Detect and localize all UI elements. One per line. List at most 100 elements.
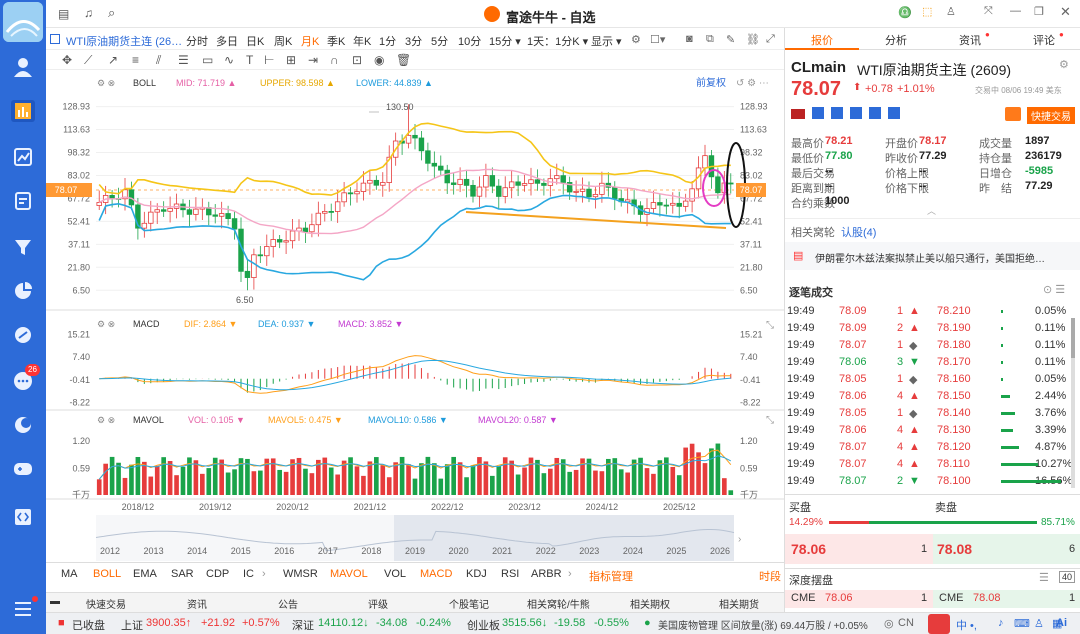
eye-icon[interactable]: ◉ [374, 53, 384, 67]
related-link[interactable]: 认股(4) [841, 224, 876, 240]
gann-tool-icon[interactable]: ⊞ [286, 53, 296, 67]
shirt-icon[interactable]: ♙ [946, 5, 956, 18]
measure-tool-icon[interactable]: ⊢ [264, 53, 274, 67]
idx-sz-name[interactable]: 深证 [292, 617, 314, 633]
scrolling-ticker[interactable]: 美国废物管理 区间放量(涨) 69.44万股 / +0.05% [658, 617, 868, 632]
boll-label[interactable]: BOLL [133, 78, 156, 88]
moon-icon[interactable] [11, 414, 35, 436]
watchlist-icon[interactable] [11, 100, 35, 122]
ticker-settings-icon[interactable]: ⚙ [1059, 58, 1069, 71]
ime-lang-icon[interactable]: 中 •, [956, 617, 977, 633]
tab-notes[interactable]: 个股笔记 [449, 596, 489, 611]
rect-tool-icon[interactable]: ▭ [202, 53, 213, 67]
tab-analysis[interactable]: 分析 [885, 32, 907, 48]
tab-quote[interactable]: 报价 [811, 32, 833, 48]
intraday-dropdown[interactable]: 1天：1分K ▾ [527, 33, 588, 49]
ind-rsi[interactable]: RSI [501, 568, 519, 580]
filter-icon[interactable] [11, 236, 35, 258]
period-tab[interactable]: 周K [274, 33, 292, 49]
depth-settings-icon[interactable]: ☰ [1039, 571, 1049, 584]
period-tab[interactable]: 3分 [405, 33, 422, 49]
minimize-icon[interactable]: — [1010, 5, 1021, 17]
crosshair-icon[interactable]: ✥ [62, 53, 72, 67]
tab-news[interactable]: 资讯 [187, 596, 207, 611]
wave-tool-icon[interactable]: ∿ [224, 53, 234, 67]
period-tab[interactable]: 5分 [431, 33, 448, 49]
tab-comments[interactable]: 评论 [1033, 32, 1055, 48]
search-icon[interactable]: ⌕ [108, 5, 115, 21]
ai-icon[interactable]: Ai [1056, 617, 1067, 629]
panel-settings-icon[interactable]: ⚙ ⊗ [97, 78, 115, 88]
app-logo[interactable] [3, 2, 43, 42]
alert-icon[interactable] [1005, 107, 1021, 121]
headset-icon[interactable]: ♎ [898, 6, 912, 19]
ind-boll[interactable]: BOLL [93, 568, 121, 580]
globe-icon[interactable]: ◎ [884, 617, 894, 630]
tab-info[interactable]: 资讯 [959, 32, 981, 48]
ind-arbr[interactable]: ARBR [531, 568, 562, 580]
gift-icon[interactable]: ⬚ [922, 5, 932, 18]
menu-icon[interactable] [11, 598, 35, 620]
macd-expand-icon[interactable]: ⤡ [766, 320, 774, 331]
maximize-icon[interactable]: ❐ [1034, 5, 1044, 18]
checkbox-icon[interactable]: ☐▾ [650, 33, 665, 46]
shirt-ime-icon[interactable]: ♙ [1034, 617, 1044, 630]
ind-ema[interactable]: EMA [133, 568, 157, 580]
pin-icon[interactable]: ⤧ [984, 5, 993, 18]
ind-timeframe[interactable]: 时段 [759, 568, 781, 584]
news-banner[interactable]: ▤ 伊朗霍尔木兹法案拟禁止美以船只通行，美国拒绝… [785, 242, 1080, 270]
trades-more-icon[interactable]: ⊙ ☰ [1043, 283, 1065, 296]
idx-cy-name[interactable]: 创业板 [467, 617, 500, 633]
period-dropdown[interactable]: 15分 ▾ [489, 33, 521, 49]
navigator-next-icon[interactable]: › [738, 534, 741, 545]
settings-icon[interactable]: ⚙ [631, 33, 641, 46]
undo-icon[interactable]: ↺ ⚙ ⋯ [736, 78, 769, 89]
ind-next-icon[interactable]: › [262, 568, 266, 580]
trade-scrollbar[interactable] [1071, 318, 1075, 358]
trash-icon[interactable]: 🗑 [396, 53, 411, 67]
channel-tool-icon[interactable]: ⫽ [156, 53, 161, 68]
tab-rating[interactable]: 评级 [368, 596, 388, 611]
sidebar-toggle-icon[interactable] [50, 34, 60, 44]
ind-kdj[interactable]: KDJ [466, 568, 487, 580]
period-tab[interactable]: 分时 [186, 33, 208, 49]
overlay-icon[interactable]: ⧉ [706, 33, 714, 46]
depth-count[interactable]: 40 [1059, 571, 1076, 583]
trade-icon[interactable] [11, 190, 35, 212]
display-dropdown[interactable]: 显示 ▾ [591, 33, 622, 49]
period-tab-active[interactable]: 月K [301, 33, 319, 49]
kline-chart[interactable]: ⚙ ⊗ BOLL MID: 71.719 ▲ UPPER: 98.598 ▲ L… [46, 70, 784, 562]
mavol-expand-icon[interactable]: ⤡ [766, 415, 774, 426]
line-tool-icon[interactable]: ⟋ [84, 53, 92, 68]
expand-chevron-icon[interactable]: ︿ [927, 204, 936, 217]
macd-label[interactable]: MACD [133, 319, 160, 329]
discover-icon[interactable] [11, 324, 35, 346]
tab-futures[interactable]: 相关期货 [719, 596, 759, 611]
bell-icon[interactable]: ♫ [84, 6, 93, 20]
tab-announcements[interactable]: 公告 [278, 596, 298, 611]
expand-icon[interactable]: ⤢ [766, 33, 775, 46]
fib-tool-icon[interactable]: ☰ [178, 53, 189, 67]
magnet-icon[interactable]: ∩ [330, 53, 339, 67]
fast-trade-button[interactable]: 快捷交易 [1027, 107, 1075, 124]
ind-wmsr[interactable]: WMSR [283, 568, 318, 580]
period-tab[interactable]: 日K [246, 33, 264, 49]
period-tab[interactable]: 多日 [216, 33, 238, 49]
ind-sar[interactable]: SAR [171, 568, 194, 580]
ind-more-icon[interactable]: › [568, 568, 572, 580]
mavol-label[interactable]: MAVOL [133, 415, 164, 425]
parallel-tool-icon[interactable]: ≡ [132, 53, 139, 67]
layout-icon[interactable]: ▤ [58, 7, 69, 21]
mavol-settings-icon[interactable]: ⚙ ⊗ [97, 415, 115, 425]
keyboard-icon[interactable]: ⌨ [1014, 617, 1030, 630]
idx-sh-name[interactable]: 上证 [121, 617, 143, 633]
macd-settings-icon[interactable]: ⚙ ⊗ [97, 319, 115, 329]
tab-warrants[interactable]: 相关窝轮/牛熊 [527, 596, 590, 611]
ind-vol[interactable]: VOL [384, 568, 406, 580]
period-tab[interactable]: 10分 [458, 33, 481, 49]
adjust-toggle[interactable]: 前复权 [696, 76, 726, 89]
lock-icon[interactable]: ⊡ [352, 53, 362, 67]
period-tab[interactable]: 季K [327, 33, 345, 49]
draw-icon[interactable]: ✎ [726, 33, 735, 46]
collapse-icon[interactable]: ▬ [50, 596, 60, 607]
